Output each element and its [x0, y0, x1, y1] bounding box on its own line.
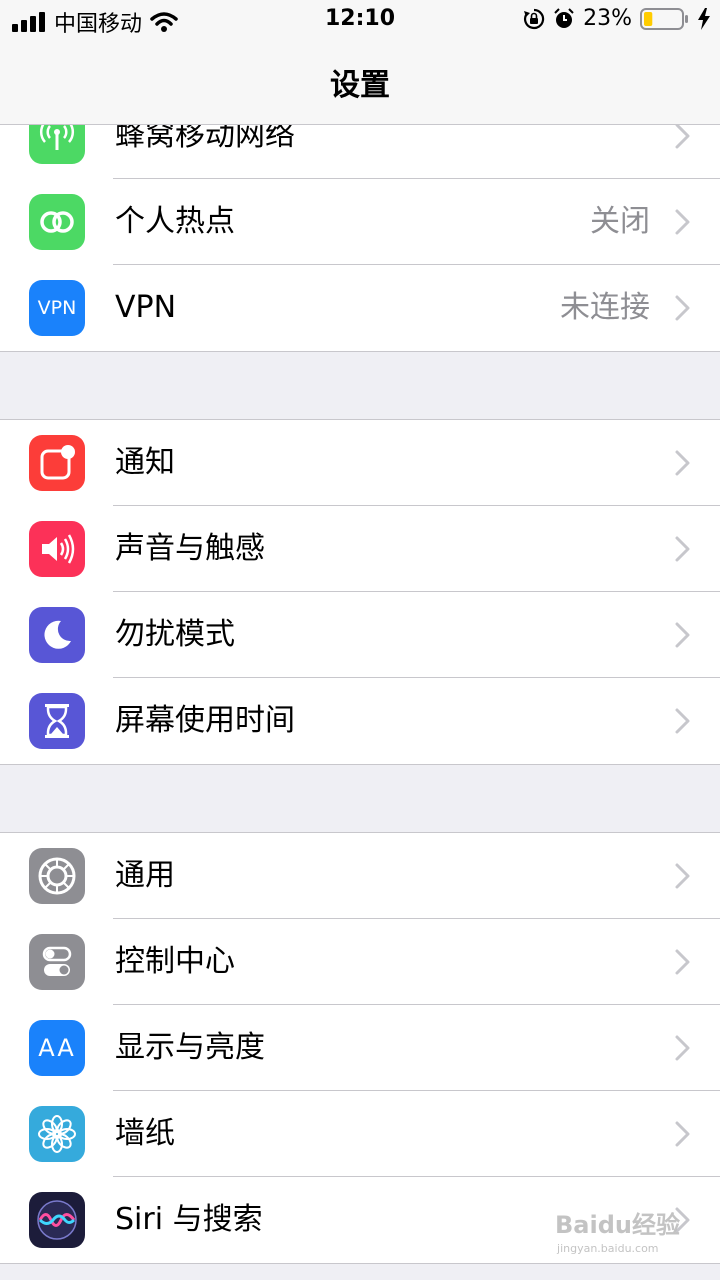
battery-icon — [640, 7, 688, 30]
vpn-icon: VPN — [29, 280, 85, 336]
chevron-right-icon — [675, 622, 690, 648]
settings-group: 蜂窝移动网络 个人热点 关闭 VPN VPN 未连接 — [0, 92, 720, 352]
icon-text: VPN — [37, 297, 77, 319]
chevron-right-icon — [675, 863, 690, 889]
row-label: 通用 — [115, 858, 175, 893]
settings-row-vpn[interactable]: VPN VPN 未连接 — [0, 265, 720, 351]
settings-row-hourglass[interactable]: 屏幕使用时间 — [0, 678, 720, 764]
speaker-icon — [29, 521, 85, 577]
settings-row-hotspot[interactable]: 个人热点 关闭 — [0, 179, 720, 265]
status-bar: 中国移动 12:10 23% — [0, 0, 720, 40]
chevron-right-icon — [675, 949, 690, 975]
row-label: 声音与触感 — [115, 531, 265, 566]
flower-icon — [29, 1106, 85, 1162]
settings-row-notifications[interactable]: 通知 — [0, 420, 720, 506]
chevron-right-icon — [675, 536, 690, 562]
row-label: 控制中心 — [115, 944, 235, 979]
chevron-right-icon — [675, 123, 690, 149]
settings-row-toggles[interactable]: 控制中心 — [0, 919, 720, 1005]
settings-row-moon[interactable]: 勿扰模式 — [0, 592, 720, 678]
row-label: 显示与亮度 — [115, 1030, 265, 1065]
chevron-right-icon — [675, 1121, 690, 1147]
chevron-right-icon — [675, 450, 690, 476]
row-label: Siri 与搜索 — [115, 1202, 263, 1237]
row-value: 关闭 — [590, 204, 650, 239]
alarm-icon — [554, 7, 574, 28]
moon-icon — [29, 607, 85, 663]
gear-icon — [29, 848, 85, 904]
watermark-brand: Baidu经验 — [555, 1211, 680, 1239]
orientation-lock-icon — [524, 8, 545, 29]
row-label: 勿扰模式 — [115, 617, 235, 652]
chevron-right-icon — [675, 295, 690, 321]
chevron-right-icon — [675, 708, 690, 734]
navigation-bar: 设置 — [0, 40, 720, 125]
hourglass-icon — [29, 693, 85, 749]
row-label: VPN — [115, 290, 177, 325]
notifications-icon — [29, 435, 85, 491]
row-label: 屏幕使用时间 — [115, 703, 295, 738]
siri-icon — [29, 1192, 85, 1248]
watermark-url: jingyan.baidu.com — [557, 1242, 659, 1255]
hotspot-icon — [29, 194, 85, 250]
settings-row-speaker[interactable]: 声音与触感 — [0, 506, 720, 592]
charging-bolt-icon — [698, 7, 710, 30]
icon-text: AA — [38, 1034, 76, 1062]
page-title: 设置 — [330, 68, 390, 103]
battery-percent: 23% — [583, 6, 632, 31]
settings-row-gear[interactable]: 通用 — [0, 833, 720, 919]
settings-row-flower[interactable]: 墙纸 — [0, 1091, 720, 1177]
baidu-watermark: Baidu经验 jingyan.baidu.com — [555, 1205, 680, 1255]
row-label: 墙纸 — [115, 1116, 175, 1151]
settings-group: 通用控制中心 AA 显示与亮度墙纸 Siri 与搜索 — [0, 832, 720, 1264]
display-icon: AA — [29, 1020, 85, 1076]
chevron-right-icon — [675, 1035, 690, 1061]
settings-list: 蜂窝移动网络 个人热点 关闭 VPN VPN 未连接 通知 声音与触感 勿扰模式 屏幕使用时间 通用… — [0, 92, 720, 1264]
settings-row-display[interactable]: AA 显示与亮度 — [0, 1005, 720, 1091]
row-label: 通知 — [115, 445, 175, 480]
chevron-right-icon — [675, 209, 690, 235]
row-label: 个人热点 — [115, 204, 235, 239]
row-value: 未连接 — [560, 290, 650, 325]
settings-group: 通知声音与触感勿扰模式屏幕使用时间 — [0, 419, 720, 765]
toggles-icon — [29, 934, 85, 990]
